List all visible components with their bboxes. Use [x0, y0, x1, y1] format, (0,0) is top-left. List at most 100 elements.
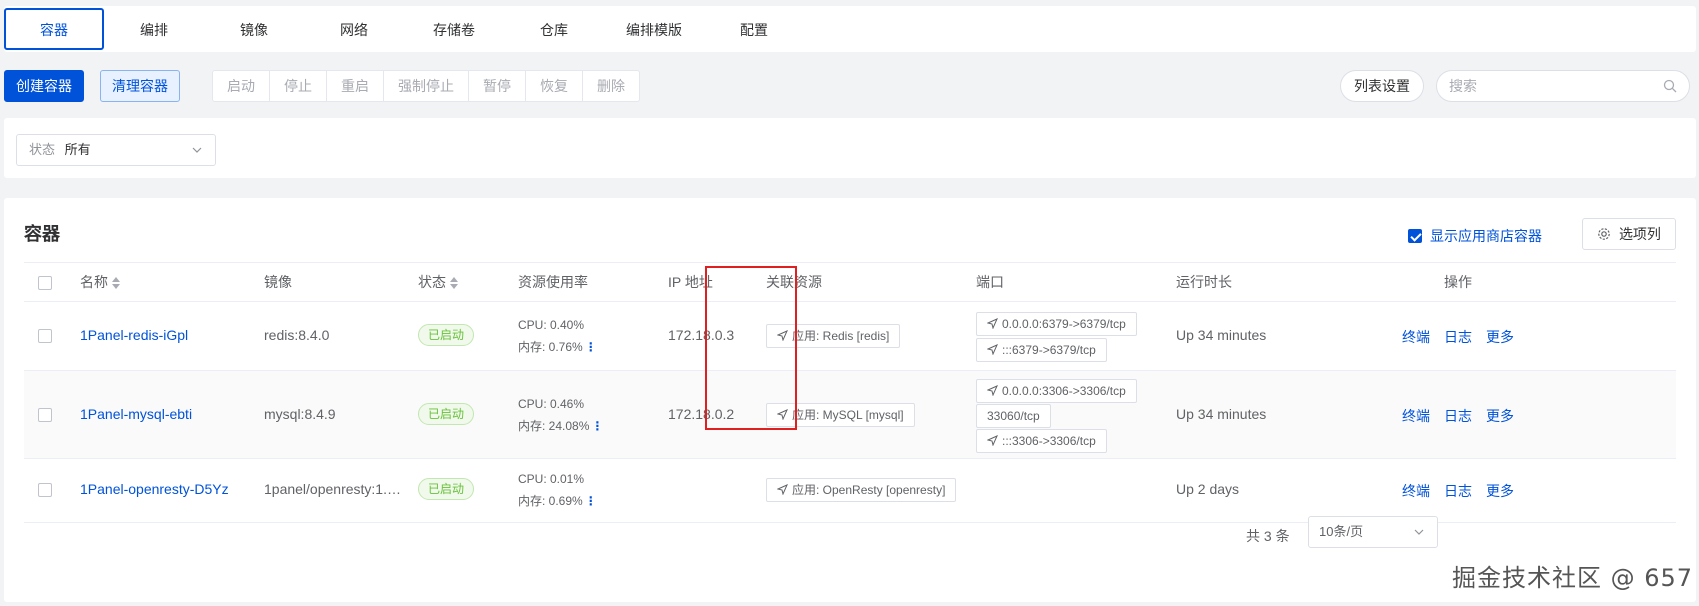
columns-button[interactable]: 选项列 — [1582, 218, 1676, 250]
uptime: Up 34 minutes — [1176, 327, 1267, 343]
more-link[interactable]: 更多 — [1486, 408, 1514, 424]
tab-images[interactable]: 镜像 — [204, 8, 304, 50]
list-settings-button[interactable]: 列表设置 — [1340, 70, 1424, 102]
start-button[interactable]: 启动 — [213, 71, 270, 101]
pause-button[interactable]: 暂停 — [469, 71, 526, 101]
watermark: 掘金技术社区 @ 657 — [1452, 564, 1694, 592]
ip-address: 172.18.0.2 — [668, 406, 735, 422]
chevron-down-icon — [192, 147, 202, 153]
column-resource-usage: 资源使用率 — [518, 274, 588, 290]
logs-link[interactable]: 日志 — [1444, 329, 1472, 345]
container-name-link[interactable]: 1Panel-redis-iGpl — [80, 327, 188, 343]
select-all-checkbox[interactable] — [38, 276, 52, 290]
resource-usage: CPU: 0.46% 内存: 24.08% ⋮ — [518, 393, 603, 437]
column-status[interactable]: 状态 — [418, 263, 458, 301]
chevron-down-icon — [1414, 529, 1424, 535]
tab-settings[interactable]: 配置 — [704, 8, 804, 50]
container-table: 名称 镜像 状态 资源使用率 IP 地址 关联资源 端口 运行时长 操作 1Pa… — [24, 262, 1676, 523]
memory-usage: 内存: 0.76% — [518, 340, 583, 354]
row-actions: 终端 日志 更多 — [1402, 481, 1528, 501]
search-placeholder: 搜索 — [1449, 78, 1477, 94]
table-row: 1Panel-mysql-ebti mysql:8.4.9 已启动 CPU: 0… — [24, 371, 1676, 459]
column-ports: 端口 — [976, 274, 1004, 290]
uptime: Up 34 minutes — [1176, 406, 1267, 422]
tab-compose[interactable]: 编排 — [104, 8, 204, 50]
port-tag[interactable]: :::6379->6379/tcp — [976, 338, 1107, 362]
navigation-arrow-icon — [987, 318, 998, 329]
stop-button[interactable]: 停止 — [270, 71, 327, 101]
navigation-arrow-icon — [987, 385, 998, 396]
related-resource-tag[interactable]: 应用: OpenResty [openresty] — [766, 478, 957, 502]
prune-containers-button[interactable]: 清理容器 — [100, 70, 180, 102]
row-checkbox[interactable] — [38, 408, 52, 422]
sort-icon[interactable] — [450, 277, 458, 290]
more-vertical-icon[interactable]: ⋮ — [591, 419, 603, 433]
tab-networks[interactable]: 网络 — [304, 8, 404, 50]
column-related-resources: 关联资源 — [766, 274, 822, 290]
pagination: 共 3 条 10条/页 — [4, 516, 1696, 556]
related-resource-tag[interactable]: 应用: Redis [redis] — [766, 324, 901, 348]
container-image: mysql:8.4.9 — [264, 406, 336, 422]
uptime: Up 2 days — [1176, 481, 1240, 497]
resource-usage: CPU: 0.01% 内存: 0.69% ⋮ — [518, 468, 597, 512]
column-name[interactable]: 名称 — [80, 263, 120, 301]
port-tag[interactable]: :::3306->3306/tcp — [976, 429, 1107, 453]
row-checkbox[interactable] — [38, 483, 52, 497]
memory-usage: 内存: 24.08% — [518, 419, 590, 433]
delete-button[interactable]: 删除 — [583, 71, 639, 101]
tab-repositories[interactable]: 仓库 — [504, 8, 604, 50]
more-vertical-icon[interactable]: ⋮ — [585, 494, 597, 508]
ip-address: 172.18.0.3 — [668, 327, 735, 343]
row-checkbox[interactable] — [38, 329, 52, 343]
page-size-select[interactable]: 10条/页 — [1308, 516, 1438, 548]
port-tag[interactable]: 33060/tcp — [976, 404, 1051, 428]
status-filter-select[interactable]: 状态 所有 — [16, 134, 216, 166]
show-store-label: 显示应用商店容器 — [1430, 228, 1542, 244]
status-filter-value: 所有 — [64, 142, 91, 157]
container-action-group: 启动 停止 重启 强制停止 暂停 恢复 删除 — [212, 70, 640, 102]
tab-containers[interactable]: 容器 — [4, 8, 104, 50]
navigation-arrow-icon — [777, 484, 788, 495]
more-link[interactable]: 更多 — [1486, 483, 1514, 499]
status-badge: 已启动 — [418, 478, 475, 500]
related-resource-tag[interactable]: 应用: MySQL [mysql] — [766, 403, 915, 427]
total-count: 共 3 条 — [1246, 528, 1290, 544]
show-store-containers-checkbox[interactable]: 显示应用商店容器 — [1408, 226, 1542, 246]
cpu-usage: CPU: 0.40% — [518, 318, 585, 332]
create-container-button[interactable]: 创建容器 — [4, 70, 84, 102]
status-badge: 已启动 — [418, 324, 475, 346]
row-actions: 终端 日志 更多 — [1402, 327, 1528, 347]
resume-button[interactable]: 恢复 — [526, 71, 583, 101]
terminal-link[interactable]: 终端 — [1402, 483, 1430, 499]
more-link[interactable]: 更多 — [1486, 329, 1514, 345]
toolbar: 创建容器 清理容器 启动 停止 重启 强制停止 暂停 恢复 删除 列表设置 搜索 — [4, 70, 1696, 104]
logs-link[interactable]: 日志 — [1444, 408, 1472, 424]
gear-icon — [1598, 228, 1610, 240]
search-input[interactable]: 搜索 — [1436, 70, 1690, 102]
port-tag[interactable]: 0.0.0.0:3306->3306/tcp — [976, 379, 1137, 403]
checkbox-checked[interactable] — [1408, 229, 1422, 243]
logs-link[interactable]: 日志 — [1444, 483, 1472, 499]
container-list-panel: 容器 显示应用商店容器 选项列 名称 镜像 状态 资源使用率 IP 地址 关联资… — [4, 198, 1696, 602]
tab-volumes[interactable]: 存储卷 — [404, 8, 504, 50]
container-name-link[interactable]: 1Panel-mysql-ebti — [80, 406, 192, 422]
search-icon — [1663, 79, 1677, 93]
columns-button-label: 选项列 — [1618, 226, 1661, 242]
port-tag[interactable]: 0.0.0.0:6379->6379/tcp — [976, 312, 1137, 336]
cpu-usage: CPU: 0.01% — [518, 472, 585, 486]
column-image: 镜像 — [264, 274, 292, 290]
status-badge: 已启动 — [418, 403, 475, 425]
tab-compose-templates[interactable]: 编排模版 — [604, 8, 704, 50]
terminal-link[interactable]: 终端 — [1402, 408, 1430, 424]
table-row: 1Panel-openresty-D5Yz 1panel/openresty:1… — [24, 459, 1676, 523]
force-stop-button[interactable]: 强制停止 — [384, 71, 469, 101]
more-vertical-icon[interactable]: ⋮ — [585, 340, 597, 354]
restart-button[interactable]: 重启 — [327, 71, 384, 101]
column-ip: IP 地址 — [668, 274, 713, 290]
resource-usage: CPU: 0.40% 内存: 0.76% ⋮ — [518, 314, 597, 358]
container-name-link[interactable]: 1Panel-openresty-D5Yz — [80, 481, 229, 497]
terminal-link[interactable]: 终端 — [1402, 329, 1430, 345]
table-header: 名称 镜像 状态 资源使用率 IP 地址 关联资源 端口 运行时长 操作 — [24, 262, 1676, 302]
sort-icon[interactable] — [112, 277, 120, 290]
container-image: redis:8.4.0 — [264, 327, 330, 343]
